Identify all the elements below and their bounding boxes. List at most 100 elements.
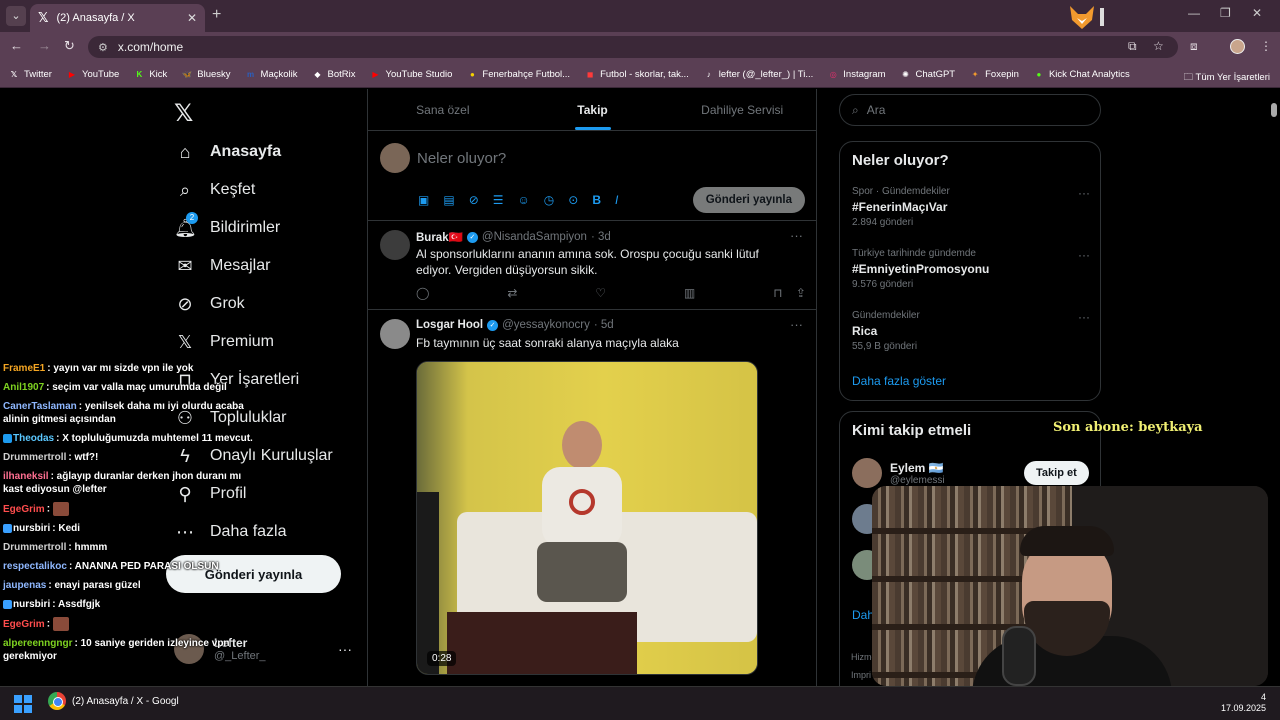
tweet-time[interactable]: · 3d <box>591 231 611 243</box>
chat-badge-icon <box>3 523 12 533</box>
page-scrollbar[interactable] <box>1270 91 1278 686</box>
menu-kebab-icon[interactable]: ⋮ <box>1260 39 1272 53</box>
bold-icon[interactable]: B <box>592 193 601 207</box>
minimize-icon[interactable]: — <box>1188 6 1200 20</box>
trend-count: 2.894 gönderi <box>852 217 914 228</box>
more-dots-icon[interactable]: ··· <box>1078 310 1090 324</box>
clock-date[interactable]: 17.09.2025 <box>1221 703 1266 713</box>
bookmark-instagram[interactable]: ◎ Instagram <box>827 69 886 81</box>
windows-start-icon[interactable] <box>14 695 32 713</box>
show-more-link[interactable]: Daha fazla göster <box>852 374 946 388</box>
trend-item[interactable]: Türkiye tarihinde gündemde #EmniyetinProm… <box>852 248 1090 290</box>
bookmark-tiktok[interactable]: ♪ lefter (@_lefter_) | Ti... <box>703 69 813 81</box>
nav-item-search[interactable]: ⌕ Keşfet <box>174 179 255 201</box>
timeline-tab[interactable]: Takip <box>518 89 668 130</box>
tweet-author-handle[interactable]: @NisandaSampiyon <box>482 231 587 243</box>
tweet[interactable]: Losgar Hool ✓ @yessaykonocry · 5d ··· Fb… <box>368 311 817 686</box>
bell-icon: 🔔︎ 2 <box>174 212 198 238</box>
tweet-author-name[interactable]: Burak🇹🇷 <box>416 230 463 244</box>
taskbar-chrome-app[interactable]: (2) Anasayfa / X - Googl <box>48 692 179 710</box>
profile-avatar[interactable] <box>1230 39 1245 54</box>
more-dots-icon[interactable]: ··· <box>1078 186 1090 200</box>
nav-item-home[interactable]: ⌂ Anasayfa <box>174 141 282 163</box>
browser-tab[interactable]: 𝕏 (2) Anasayfa / X ✕ <box>30 4 205 32</box>
retweet-icon[interactable]: ⇄ <box>507 286 517 300</box>
like-icon[interactable]: ♡ <box>595 286 606 300</box>
nav-item-bell[interactable]: 🔔︎ 2 Bildirimler <box>174 212 280 239</box>
bookmark-flashscore[interactable]: ◼ Futbol - skorlar, tak... <box>584 69 689 81</box>
bookmark-bluesky[interactable]: 🦋 Bluesky <box>181 69 230 81</box>
views-icon[interactable]: ▥ <box>684 286 695 300</box>
share-icon[interactable]: ⇪ <box>796 286 806 300</box>
site-settings-icon[interactable]: ⚙ <box>98 41 108 54</box>
trend-item[interactable]: Spor · Gündemdekiler #FenerinMaçıVar 2.894… <box>852 186 1090 228</box>
tweet-author-name[interactable]: Losgar Hool <box>416 319 483 331</box>
chat-message: Anil1907: seçim var valla maç umurumda d… <box>3 381 263 394</box>
fox-extension-icon[interactable] <box>1068 4 1096 30</box>
gif-icon[interactable]: ▤ <box>443 193 454 207</box>
browser-tab-bar: ⌄ 𝕏 (2) Anasayfa / X ✕ + — ❐ ✕ <box>0 0 1280 32</box>
bookmarks-bar: 𝕏 Twitter ▶ YouTube K Kick 🦋 Bluesky m Maçkolik ◆ B… <box>0 62 1280 88</box>
timeline-tab[interactable]: Dahiliye Servisi <box>667 89 817 130</box>
tweet-video[interactable]: 0:28 <box>416 361 758 675</box>
scrollbar-thumb[interactable] <box>1271 103 1277 117</box>
nav-item-x[interactable]: 𝕏 Premium <box>174 331 274 353</box>
chat-message: Drummertroll: wtf?! <box>3 451 263 464</box>
more-dots-icon[interactable]: ··· <box>790 228 803 243</box>
more-dots-icon[interactable]: ··· <box>1078 248 1090 262</box>
location-icon[interactable]: ⊙ <box>568 193 578 207</box>
follow-button[interactable]: Takip et <box>1024 461 1089 485</box>
chat-message: Theodas: X topluluğumuzda muhtemel 11 me… <box>3 432 263 445</box>
image-icon[interactable]: ▣ <box>418 193 429 207</box>
new-tab-icon[interactable]: + <box>212 6 221 24</box>
emoji-icon[interactable]: ☺ <box>518 193 530 207</box>
reload-icon[interactable]: ↻ <box>64 38 75 54</box>
bookmark-icon[interactable]: ⊓ <box>773 286 782 300</box>
reply-icon[interactable]: ◯ <box>416 286 429 300</box>
browser-toolbar: ← → ↻ ⚙ x.com/home ⧉ ☆ ⧈ ⋮ <box>0 32 1280 62</box>
bookmark-kick-analytics[interactable]: ● Kick Chat Analytics <box>1033 69 1130 81</box>
extensions-icon[interactable]: ⧈ <box>1190 39 1198 54</box>
trend-item[interactable]: Gündemdekiler Rica 55,9 B gönderi ··· <box>852 310 1090 352</box>
italic-icon[interactable]: I <box>615 193 618 207</box>
chat-badge-icon <box>3 433 12 443</box>
x-logo-icon[interactable]: 𝕏 <box>174 99 193 128</box>
bookmark-star-icon[interactable]: ☆ <box>1153 39 1164 53</box>
avatar[interactable] <box>380 319 410 349</box>
nav-item-mail[interactable]: ✉ Mesajlar <box>174 255 270 277</box>
maximize-icon[interactable]: ❐ <box>1220 6 1231 20</box>
poll-icon[interactable]: ☰ <box>493 193 504 207</box>
bookmark-x[interactable]: 𝕏 Twitter <box>8 69 52 81</box>
more-dots-icon[interactable]: ··· <box>790 317 803 332</box>
schedule-icon[interactable]: ◷ <box>544 193 554 207</box>
back-icon[interactable]: ← <box>10 38 23 53</box>
all-bookmarks-button[interactable]: 🗀 Tüm Yer İşaretleri <box>1184 70 1270 86</box>
bookmark-foxepin[interactable]: ✦ Foxepin <box>969 69 1019 81</box>
close-tab-icon[interactable]: ✕ <box>187 11 197 25</box>
bookmark-youtube-studio[interactable]: ▶ YouTube Studio <box>369 69 452 81</box>
sidebar-toggle-icon[interactable] <box>1100 8 1104 26</box>
avatar[interactable] <box>380 230 410 260</box>
timeline-tab[interactable]: Sana özel <box>368 89 518 130</box>
tweet[interactable]: Burak🇹🇷 ✓ @NisandaSampiyon · 3d ··· Al s… <box>368 222 817 310</box>
tweet-time[interactable]: · 5d <box>594 319 614 331</box>
composer-input[interactable]: Neler oluyor? <box>417 150 506 167</box>
tab-search-dropdown-icon[interactable]: ⌄ <box>6 6 26 26</box>
bookmark-botrix[interactable]: ◆ BotRix <box>312 69 355 81</box>
bookmark-mackolik[interactable]: m Maçkolik <box>245 69 298 81</box>
tweet-author-handle[interactable]: @yessaykonocry <box>502 319 590 331</box>
bookmark-fenerbahce[interactable]: ● Fenerbahçe Futbol... <box>466 69 570 81</box>
composer-post-button[interactable]: Gönderi yayınla <box>692 187 805 213</box>
bookmark-chatgpt[interactable]: ✺ ChatGPT <box>900 69 955 81</box>
bookmark-kick[interactable]: K Kick <box>133 69 167 81</box>
bookmark-youtube[interactable]: ▶ YouTube <box>66 69 119 81</box>
address-bar[interactable]: ⚙ x.com/home <box>88 36 1178 58</box>
install-app-icon[interactable]: ⧉ <box>1128 39 1137 54</box>
search-input[interactable]: ⌕ Ara <box>839 94 1101 126</box>
clock-time[interactable]: 4 <box>1261 692 1266 702</box>
footer-link[interactable]: Impri <box>851 670 871 680</box>
grok-icon[interactable]: ⊘ <box>469 193 479 207</box>
close-window-icon[interactable]: ✕ <box>1252 6 1262 20</box>
forward-icon[interactable]: → <box>38 38 51 53</box>
nav-item-grok[interactable]: ⊘ Grok <box>174 293 244 315</box>
